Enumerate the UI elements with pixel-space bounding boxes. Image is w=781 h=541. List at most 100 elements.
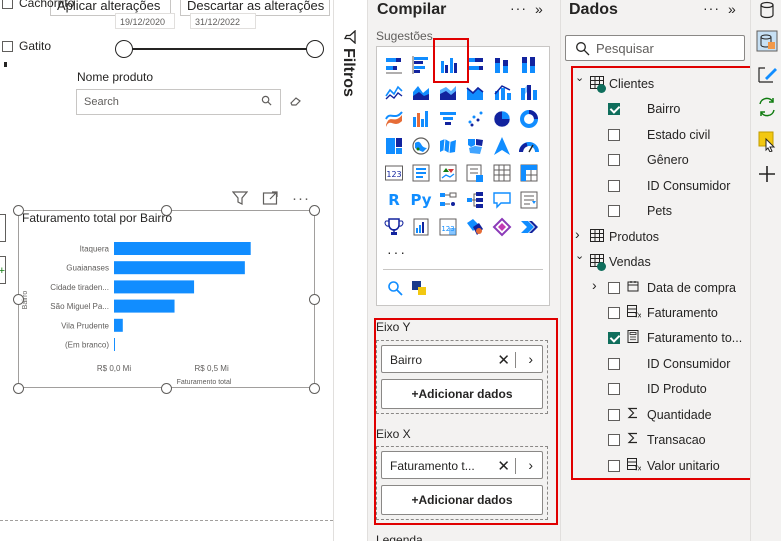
power-apps-diamond-icon[interactable] xyxy=(491,216,513,238)
paginated-report-icon[interactable] xyxy=(410,216,432,238)
slicer-checkbox[interactable] xyxy=(2,40,13,52)
table-node[interactable]: ⌄ Clientes xyxy=(573,72,751,97)
date-end-input[interactable]: 31/12/2022 xyxy=(190,13,256,29)
bookmark-pointer-icon[interactable] xyxy=(756,130,778,152)
funnel-icon[interactable] xyxy=(410,108,432,130)
chevron-down-icon[interactable]: ⌄ xyxy=(575,249,584,262)
search-analytics-icon[interactable] xyxy=(387,280,403,296)
ribbon-chart-icon[interactable] xyxy=(518,81,540,103)
slider-end-handle[interactable] xyxy=(306,40,324,58)
clustered-bar-icon[interactable] xyxy=(410,54,432,76)
shape-map-icon[interactable] xyxy=(464,135,486,157)
power-automate-icon[interactable] xyxy=(464,216,486,238)
pie-chart-icon[interactable] xyxy=(491,108,513,130)
chevron-right-icon[interactable]: › xyxy=(575,226,580,242)
more-options-icon[interactable]: ··· xyxy=(510,0,527,16)
filter-icon[interactable] xyxy=(232,190,248,206)
data-pane-icon[interactable] xyxy=(756,30,778,52)
map-icon[interactable] xyxy=(410,135,432,157)
column-100-icon[interactable] xyxy=(518,54,540,76)
more-options-icon[interactable]: ··· xyxy=(703,0,720,16)
line-clustered-column-icon[interactable] xyxy=(464,81,486,103)
eraser-icon[interactable] xyxy=(290,96,302,106)
slicer-item[interactable]: Gatito xyxy=(2,39,51,53)
field-node[interactable]: ID Consumidor xyxy=(573,352,751,377)
field-node[interactable]: Pets xyxy=(573,199,751,224)
field-checkbox[interactable] xyxy=(608,434,620,446)
filters-pane-collapsed[interactable]: Filtros xyxy=(333,0,367,541)
r-visual-icon[interactable]: R xyxy=(383,189,405,211)
date-slider-track[interactable] xyxy=(122,48,316,50)
resize-handle[interactable] xyxy=(309,205,320,216)
format-painter-icon[interactable] xyxy=(411,280,427,296)
multi-row-card-icon[interactable] xyxy=(410,162,432,184)
canvas-add-button[interactable]: + xyxy=(0,256,6,284)
refresh-sync-icon[interactable] xyxy=(756,96,778,118)
date-start-input[interactable]: 19/12/2020 xyxy=(115,13,175,29)
field-checkbox[interactable] xyxy=(608,409,620,421)
field-node[interactable]: Bairro xyxy=(573,97,751,122)
field-checkbox[interactable] xyxy=(608,383,620,395)
key-influencers-icon[interactable] xyxy=(437,189,459,211)
report-canvas[interactable]: Aplicar alterações Descartar as alteraçõ… xyxy=(0,0,333,541)
line-chart-icon[interactable] xyxy=(383,81,405,103)
goals-trophy-icon[interactable] xyxy=(383,216,405,238)
chevron-down-icon[interactable]: ⌄ xyxy=(575,71,584,84)
field-node[interactable]: fx Faturamento xyxy=(573,301,751,326)
field-node[interactable]: fx Valor unitario xyxy=(573,454,751,479)
field-checkbox[interactable] xyxy=(608,129,620,141)
collapse-chevron-icon[interactable]: » xyxy=(535,1,543,17)
kpi-icon[interactable] xyxy=(437,162,459,184)
field-node[interactable]: › Data de compra xyxy=(573,276,751,301)
field-checkbox[interactable] xyxy=(608,154,620,166)
field-node[interactable]: ID Consumidor xyxy=(573,174,751,199)
format-visual-icon[interactable] xyxy=(756,63,778,85)
stacked-area-icon[interactable] xyxy=(437,81,459,103)
field-node[interactable]: Gênero xyxy=(573,148,751,173)
filters-label[interactable]: Filtros xyxy=(339,48,357,97)
stacked-bar-icon[interactable] xyxy=(383,54,405,76)
field-checkbox[interactable] xyxy=(608,332,620,344)
more-options-icon[interactable]: ··· xyxy=(292,190,310,207)
focus-mode-icon[interactable] xyxy=(262,190,278,206)
treemap-icon[interactable] xyxy=(383,135,405,157)
data-cylinder-icon[interactable] xyxy=(756,0,778,22)
scatter-chart-icon[interactable] xyxy=(464,108,486,130)
gauge-icon[interactable] xyxy=(518,135,540,157)
slicer-icon[interactable] xyxy=(464,162,486,184)
field-checkbox[interactable] xyxy=(608,180,620,192)
slider-start-handle[interactable] xyxy=(115,40,133,58)
table-icon[interactable] xyxy=(491,162,513,184)
matrix-icon[interactable] xyxy=(518,162,540,184)
table-node[interactable]: › Produtos xyxy=(573,225,751,250)
field-checkbox[interactable] xyxy=(608,282,620,294)
canvas-side-button[interactable] xyxy=(0,214,6,242)
field-node[interactable]: ID Produto xyxy=(573,377,751,402)
filled-map-icon[interactable] xyxy=(437,135,459,157)
collapse-chevron-icon[interactable]: » xyxy=(728,1,736,17)
table-node[interactable]: ⌄ Vendas xyxy=(573,250,751,275)
card-icon[interactable]: 123 xyxy=(383,162,405,184)
field-node[interactable]: Faturamento to... xyxy=(573,326,751,351)
field-checkbox[interactable] xyxy=(608,307,620,319)
slicer-search-input[interactable]: Search xyxy=(76,89,281,115)
stacked-column-icon[interactable] xyxy=(491,54,513,76)
area-chart-icon[interactable] xyxy=(410,81,432,103)
field-checkbox[interactable] xyxy=(608,205,620,217)
power-automate-arrow-icon[interactable] xyxy=(518,216,540,238)
field-node[interactable]: Quantidade xyxy=(573,403,751,428)
azure-map-icon[interactable] xyxy=(491,135,513,157)
more-visuals-icon[interactable]: ··· xyxy=(387,244,407,260)
data-search-input[interactable]: Pesquisar xyxy=(565,35,745,61)
field-checkbox[interactable] xyxy=(608,460,620,472)
waterfall-icon[interactable] xyxy=(383,108,405,130)
python-visual-icon[interactable]: Py xyxy=(410,189,432,211)
smart-narrative-icon[interactable] xyxy=(518,189,540,211)
donut-chart-icon[interactable] xyxy=(518,108,540,130)
slicer-item[interactable]: Cachorrito xyxy=(2,0,74,10)
decomposition-tree-icon[interactable] xyxy=(464,189,486,211)
power-apps-icon[interactable]: 123 xyxy=(437,216,459,238)
slicer-checkbox[interactable] xyxy=(2,0,13,9)
field-checkbox[interactable] xyxy=(608,358,620,370)
qa-icon[interactable] xyxy=(491,189,513,211)
